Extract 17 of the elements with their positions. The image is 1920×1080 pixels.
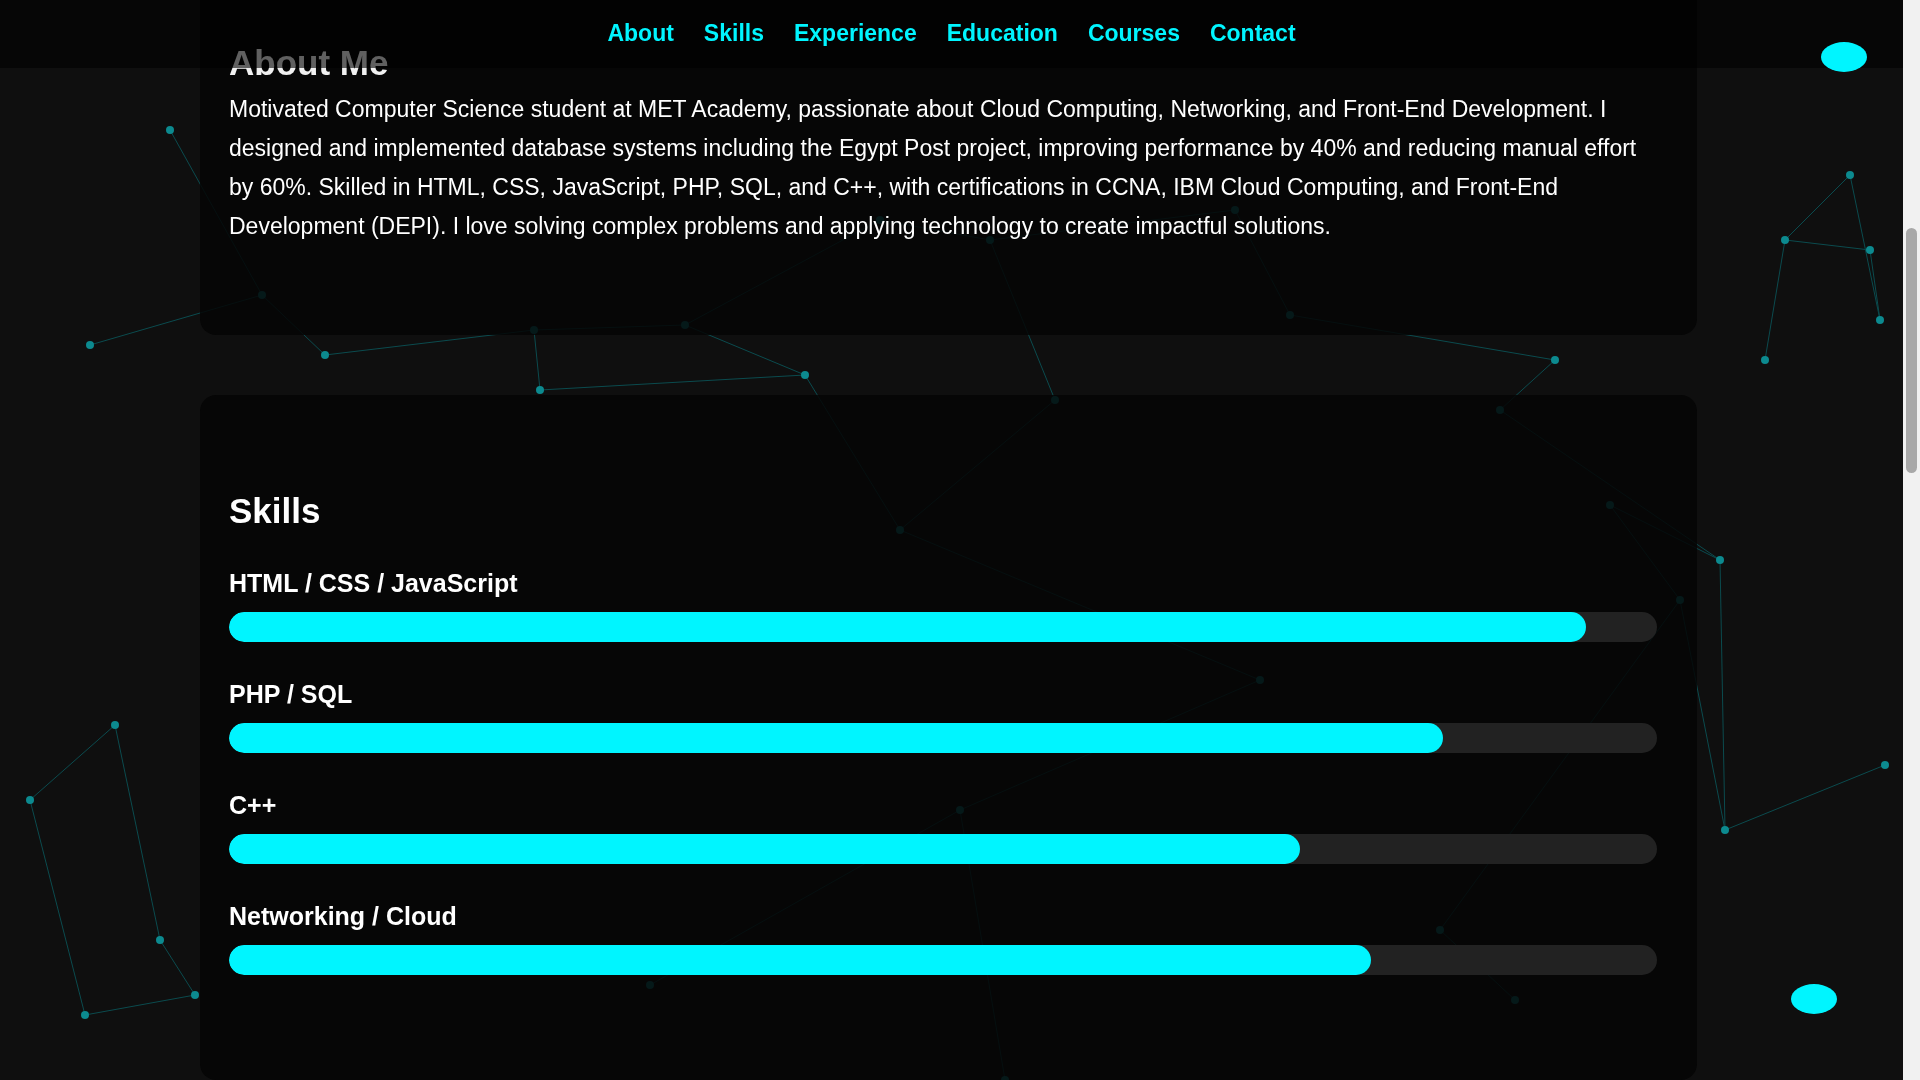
section-heading: About Me <box>229 42 390 84</box>
section-heading: Skills <box>229 491 322 531</box>
nav-link[interactable]: Contact <box>1209 19 1296 49</box>
scrollbar[interactable] <box>1903 0 1920 1080</box>
floating-button[interactable] <box>1821 42 1867 72</box>
skill-name: C++ <box>229 791 278 820</box>
nav-link[interactable]: About <box>607 19 674 49</box>
floating-button[interactable] <box>1791 984 1837 1014</box>
about-paragraph: Motivated Computer Science student at MET Academy, passionate about Cloud Computing, Networking, and Front-End Development. I designed and implemented database systems including the Egypt Post project, improving performance by 40% and reducing manual effort by 60%. Skilled in HTML, CSS, JavaScript, PHP, SQL, and C++, with certifications in CCNA, IBM Cloud Computing, and Front-End Development (DEPI). I love solving complex problems and applying technology to create impactful solutions. <box>229 95 1638 241</box>
skill-name: PHP / SQL <box>229 680 354 709</box>
nav-link[interactable]: Skills <box>703 19 764 49</box>
nav-link[interactable]: Experience <box>793 19 917 49</box>
skill-name: Networking / Cloud <box>229 902 458 931</box>
scrollbar-thumb[interactable] <box>1906 228 1917 473</box>
skill-name: HTML / CSS / JavaScript <box>229 569 519 598</box>
nav-link[interactable]: Courses <box>1087 19 1180 49</box>
nav-link[interactable]: Education <box>946 19 1058 49</box>
